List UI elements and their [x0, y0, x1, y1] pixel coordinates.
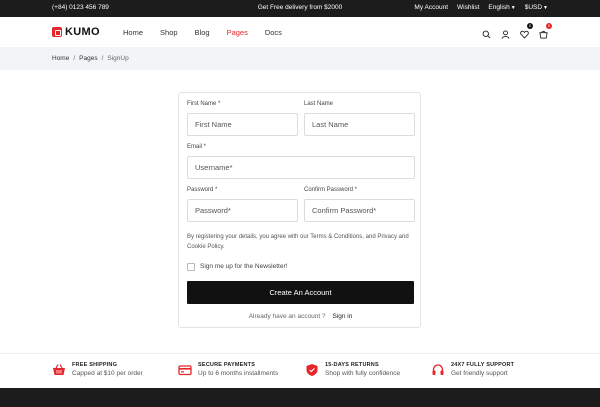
breadcrumb-current: SignUp [107, 55, 129, 62]
terms-text: By registering your details, you agree w… [187, 234, 409, 250]
create-account-button[interactable]: Create An Account [187, 281, 414, 304]
basket-icon [52, 363, 66, 377]
chevron-down-icon: ▼ [510, 5, 516, 11]
feature-title: FREE SHIPPING [72, 362, 118, 368]
nav-docs[interactable]: Docs [265, 28, 282, 37]
feature-returns: 15-DAYS RETURNS Shop with fully confiden… [305, 362, 400, 377]
my-account-link[interactable]: My Account [414, 4, 448, 11]
signup-card: First Name * First Name Last Name Last N… [178, 92, 421, 328]
card-icon [178, 363, 192, 377]
chevron-down-icon: ▼ [543, 5, 548, 11]
cart-icon[interactable]: 0 [539, 23, 552, 39]
language-label: English [488, 4, 510, 11]
logo-icon [52, 27, 62, 37]
features-divider [0, 353, 600, 354]
first-name-input[interactable]: First Name [187, 113, 298, 136]
feature-support: 24X7 FULLY SUPPORT Get friendly support [431, 362, 514, 377]
breadcrumb-bar: Home / Pages / SignUp [0, 47, 600, 70]
cart-badge: 0 [546, 23, 552, 29]
language-selector[interactable]: English▼ [488, 4, 515, 11]
wishlist-badge: 0 [527, 23, 533, 29]
last-name-input[interactable]: Last Name [304, 113, 415, 136]
signin-link[interactable]: Sign in [332, 313, 352, 320]
feature-subtitle: Capped at $10 per order [72, 370, 143, 377]
top-bar: (+84) 0123 456 789 Get Free delivery fro… [0, 0, 600, 17]
feature-subtitle: Shop with fully confidence [325, 370, 401, 377]
main-nav: Home Shop Blog Pages Docs [123, 28, 299, 37]
newsletter-label[interactable]: Sign me up for the Newsletter! [200, 263, 287, 270]
nav-blog[interactable]: Blog [195, 28, 210, 37]
shield-icon [305, 363, 319, 377]
newsletter-checkbox[interactable] [187, 263, 195, 271]
wishlist-link[interactable]: Wishlist [457, 4, 479, 11]
breadcrumb-separator: / [101, 55, 104, 62]
password-input[interactable]: Password* [187, 199, 298, 222]
feature-title: 24X7 FULLY SUPPORT [451, 362, 515, 368]
footer-bar [0, 388, 600, 407]
feature-title: SECURE PAYMENTS [198, 362, 256, 368]
password-label: Password * [187, 187, 218, 193]
logo[interactable]: KUMO [52, 26, 100, 38]
features-strip: FREE SHIPPING Capped at $10 per order SE… [0, 355, 600, 388]
nav-shop[interactable]: Shop [160, 28, 178, 37]
last-name-label: Last Name [304, 101, 334, 107]
email-input[interactable]: Username* [187, 156, 415, 179]
feature-subtitle: Up to 6 months installments [198, 370, 279, 377]
main-header: KUMO Home Shop Blog Pages Docs 0 0 [0, 17, 600, 47]
logo-text: KUMO [65, 26, 100, 38]
feature-free-shipping: FREE SHIPPING Capped at $10 per order [52, 362, 143, 377]
breadcrumb-pages[interactable]: Pages [79, 55, 97, 62]
confirm-password-input[interactable]: Confirm Password* [304, 199, 415, 222]
breadcrumb: Home / Pages / SignUp [52, 55, 129, 62]
nav-pages[interactable]: Pages [227, 28, 248, 37]
currency-label: $USD [524, 4, 543, 11]
nav-home[interactable]: Home [123, 28, 143, 37]
headset-icon [431, 363, 445, 377]
heart-icon[interactable]: 0 [520, 23, 533, 39]
search-icon[interactable] [482, 26, 491, 39]
breadcrumb-separator: / [73, 55, 76, 62]
feature-secure-payments: SECURE PAYMENTS Up to 6 months installme… [178, 362, 278, 377]
top-bar-links: My Account Wishlist English▼ $USD▼ [414, 4, 548, 11]
email-label: Email * [187, 144, 207, 150]
confirm-password-label: Confirm Password * [304, 187, 358, 193]
currency-selector[interactable]: $USD▼ [525, 4, 548, 11]
already-account-text: Already have an account ? [248, 313, 326, 320]
signin-prompt: Already have an account ? Sign in [179, 313, 422, 320]
feature-subtitle: Get friendly support [451, 370, 508, 377]
breadcrumb-home[interactable]: Home [52, 55, 69, 62]
header-icons: 0 0 [482, 23, 552, 39]
feature-title: 15-DAYS RETURNS [325, 362, 379, 368]
user-icon[interactable] [501, 26, 510, 39]
first-name-label: First Name * [187, 101, 221, 107]
